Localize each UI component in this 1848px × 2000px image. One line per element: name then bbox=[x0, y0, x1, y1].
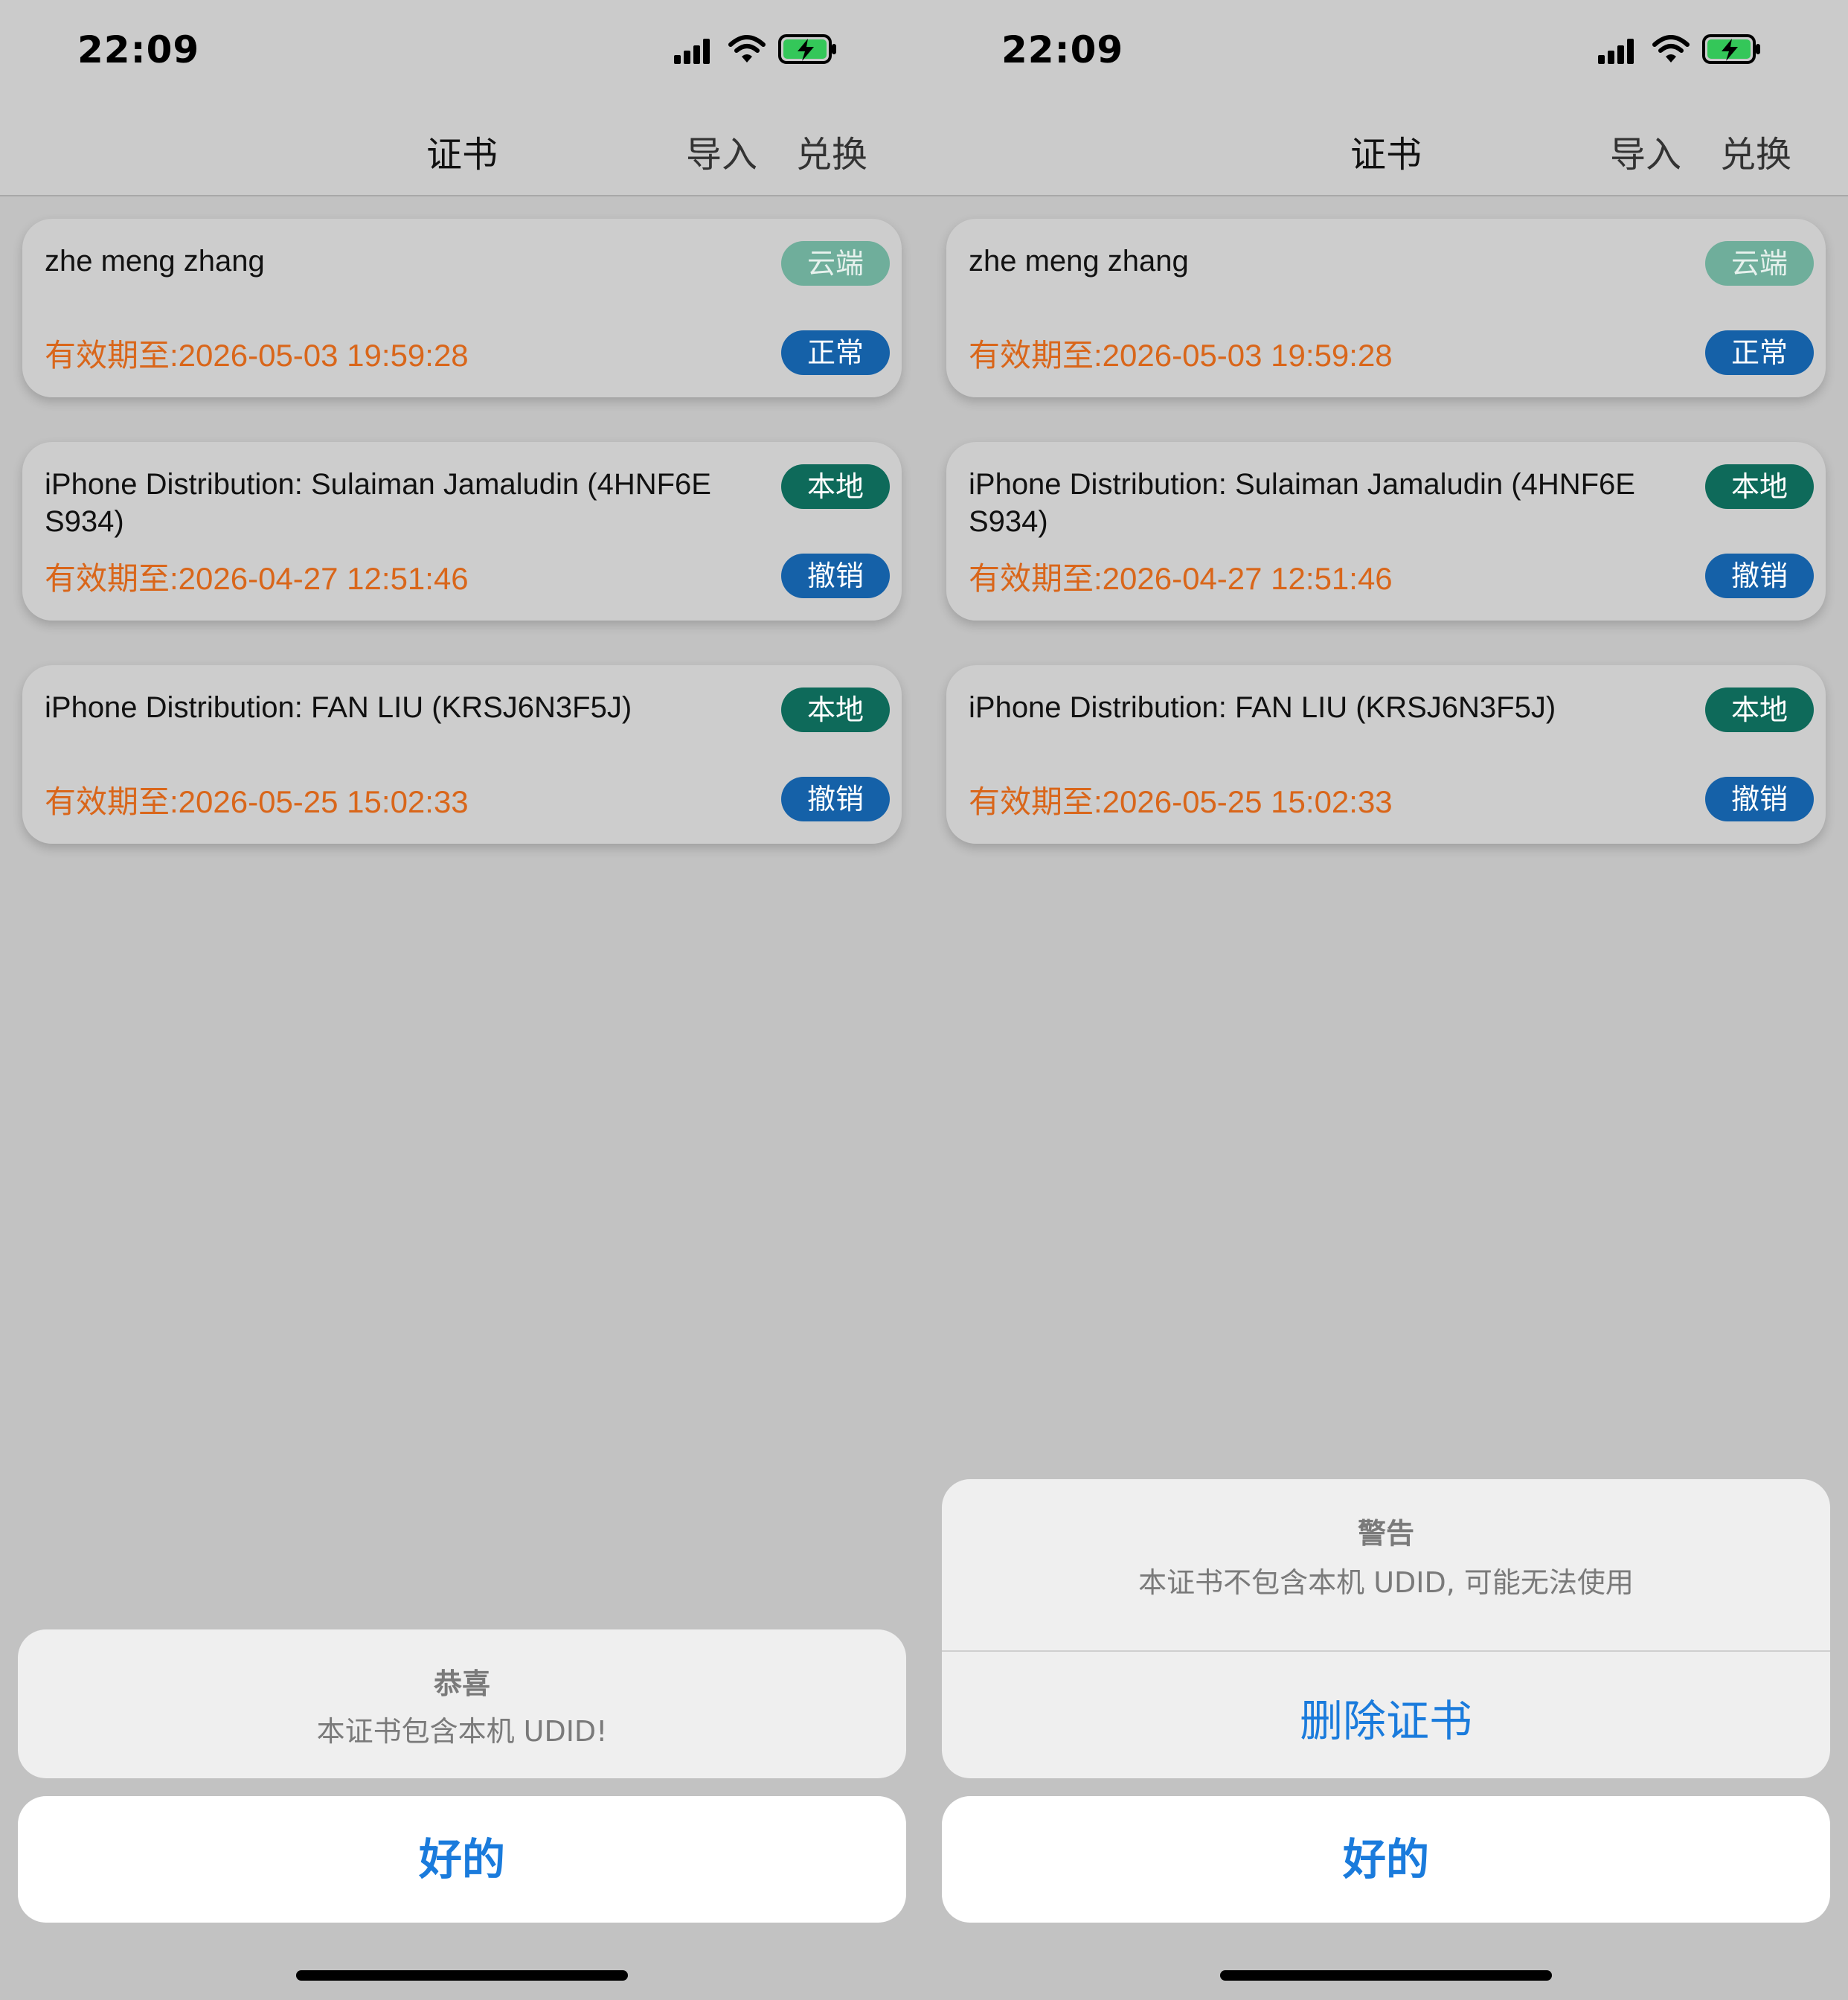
certificate-expiry: 有效期至:2026-05-25 15:02:33 bbox=[45, 784, 469, 819]
ok-button[interactable]: 好的 bbox=[18, 1796, 906, 1923]
ok-button[interactable]: 好的 bbox=[942, 1796, 1830, 1923]
import-button[interactable]: 导入 bbox=[686, 125, 757, 177]
status-icons bbox=[674, 33, 853, 65]
source-badge: 本地 bbox=[1705, 464, 1814, 509]
status-badge: 撤销 bbox=[1705, 554, 1814, 598]
status-badge: 正常 bbox=[1705, 330, 1814, 375]
certificate-name: iPhone Distribution: FAN LIU (KRSJ6N3F5J… bbox=[969, 691, 1556, 724]
certificate-expiry: 有效期至:2026-04-27 12:51:46 bbox=[969, 561, 1393, 596]
source-badge: 本地 bbox=[781, 688, 890, 732]
status-time: 22:09 bbox=[77, 28, 200, 71]
import-button[interactable]: 导入 bbox=[1610, 125, 1681, 177]
nav-bar: 证书 导入 兑换 bbox=[924, 98, 1848, 196]
source-badge: 云端 bbox=[1705, 241, 1814, 286]
cellular-signal-icon bbox=[674, 39, 710, 64]
certificate-card[interactable]: iPhone Distribution: FAN LIU (KRSJ6N3F5J… bbox=[22, 665, 902, 844]
certificate-name: iPhone Distribution: Sulaiman Jamaludin … bbox=[969, 468, 1635, 538]
status-badge: 撤销 bbox=[781, 554, 890, 598]
alert-sheet: 警告 本证书不包含本机 UDID, 可能无法使用 删除证书 bbox=[942, 1479, 1830, 1778]
status-bar: 22:09 bbox=[0, 0, 924, 98]
alert-divider bbox=[942, 1650, 1830, 1652]
battery-charging-icon bbox=[1702, 34, 1760, 64]
status-icons bbox=[1598, 33, 1777, 65]
certificate-name: iPhone Distribution: FAN LIU (KRSJ6N3F5J… bbox=[45, 691, 632, 724]
screen-success: 22:09 证书 导入 兑换 zhe meng zhang 有效期至:2026-… bbox=[0, 0, 924, 2000]
status-bar: 22:09 bbox=[924, 0, 1848, 98]
certificate-card[interactable]: iPhone Distribution: Sulaiman Jamaludin … bbox=[946, 442, 1826, 621]
certificate-name: zhe meng zhang bbox=[45, 245, 265, 278]
certificate-card[interactable]: iPhone Distribution: Sulaiman Jamaludin … bbox=[22, 442, 902, 621]
nav-bar: 证书 导入 兑换 bbox=[0, 98, 924, 196]
page-title: 证书 bbox=[1350, 134, 1422, 176]
certificate-expiry: 有效期至:2026-05-03 19:59:28 bbox=[45, 338, 469, 373]
home-indicator[interactable] bbox=[296, 1970, 628, 1981]
source-badge: 云端 bbox=[781, 241, 890, 286]
certificate-expiry: 有效期至:2026-05-25 15:02:33 bbox=[969, 784, 1393, 819]
battery-charging-icon bbox=[778, 34, 836, 64]
certificate-card[interactable]: zhe meng zhang 有效期至:2026-05-03 19:59:28 … bbox=[22, 219, 902, 397]
status-badge: 撤销 bbox=[781, 777, 890, 821]
status-badge: 正常 bbox=[781, 330, 890, 375]
source-badge: 本地 bbox=[781, 464, 890, 509]
page-title: 证书 bbox=[426, 134, 498, 176]
cellular-signal-icon bbox=[1598, 39, 1634, 64]
certificate-expiry: 有效期至:2026-04-27 12:51:46 bbox=[45, 561, 469, 596]
exchange-button[interactable]: 兑换 bbox=[796, 125, 867, 177]
certificate-name: iPhone Distribution: Sulaiman Jamaludin … bbox=[45, 468, 711, 538]
alert-sheet: 恭喜 本证书包含本机 UDID! bbox=[18, 1629, 906, 1778]
certificate-card[interactable]: iPhone Distribution: FAN LIU (KRSJ6N3F5J… bbox=[946, 665, 1826, 844]
source-badge: 本地 bbox=[1705, 688, 1814, 732]
home-indicator[interactable] bbox=[1220, 1970, 1552, 1981]
certificate-card[interactable]: zhe meng zhang 有效期至:2026-05-03 19:59:28 … bbox=[946, 219, 1826, 397]
status-time: 22:09 bbox=[1001, 28, 1124, 71]
certificate-expiry: 有效期至:2026-05-03 19:59:28 bbox=[969, 338, 1393, 373]
alert-title: 警告 bbox=[1357, 1517, 1414, 1550]
alert-message: 本证书不包含本机 UDID, 可能无法使用 bbox=[1138, 1566, 1634, 1599]
status-badge: 撤销 bbox=[1705, 777, 1814, 821]
certificate-name: zhe meng zhang bbox=[969, 245, 1189, 278]
alert-message: 本证书包含本机 UDID! bbox=[316, 1715, 608, 1748]
wifi-icon bbox=[728, 35, 766, 62]
screen-warning: 22:09 证书 导入 兑换 zhe meng zhang 有效期至:2026-… bbox=[924, 0, 1848, 2000]
exchange-button[interactable]: 兑换 bbox=[1720, 125, 1791, 177]
delete-certificate-button[interactable]: 删除证书 bbox=[942, 1686, 1830, 1749]
wifi-icon bbox=[1652, 35, 1690, 62]
alert-title: 恭喜 bbox=[433, 1667, 490, 1700]
